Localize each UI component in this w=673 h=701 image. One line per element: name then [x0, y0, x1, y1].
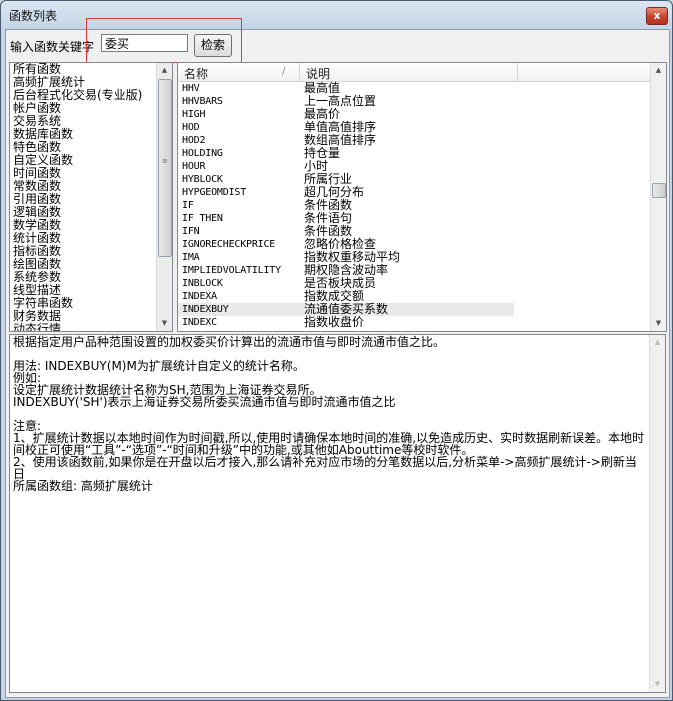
grip-icon: ≡ [162, 157, 168, 165]
category-items: 所有函数 高频扩展统计 后台程式化交易(专业版) 帐户函数 交易系统 数据库函数 特色函数自… [10, 63, 172, 332]
function-name: HHV [182, 83, 200, 94]
description-line: 所属函数组: 高频扩展统计 [13, 479, 153, 493]
header-divider[interactable] [299, 63, 300, 81]
search-label: 输入函数关键字 [10, 40, 95, 54]
table-row[interactable]: INDEXC 指数收盘价 [178, 316, 650, 329]
table-row[interactable]: HOD 单值高值排序 [178, 121, 650, 134]
table-row[interactable]: IFN 条件函数 [178, 225, 650, 238]
highlight-box [86, 18, 242, 63]
table-row[interactable]: HOUR 小时 [178, 160, 650, 173]
function-name: INBLOCK [182, 278, 223, 289]
function-name: HOUR [182, 161, 206, 172]
function-name: INDEXBUY [182, 304, 229, 315]
close-button[interactable]: x [646, 7, 668, 25]
table-row[interactable]: IF THEN 条件语句 [178, 212, 650, 225]
description-line: INDEXBUY('SH')表示上海证券交易所委买流通市值与即时流通市值之比 [13, 395, 396, 409]
function-name: HIGH [182, 109, 206, 120]
function-name: HYPGEOMDIST [182, 187, 247, 198]
scroll-down-icon[interactable]: ▼ [157, 316, 172, 331]
scroll-up-icon[interactable]: ▲ [651, 63, 666, 78]
table-row[interactable]: HYPGEOMDIST 超几何分布 [178, 186, 650, 199]
header-desc[interactable]: 说明 [306, 65, 330, 82]
table-row[interactable]: IMA 指数权重移动平均 [178, 251, 650, 264]
table-header: 名称 / 说明 [178, 63, 650, 82]
function-name: IMPLIEDVOLATILITY [182, 265, 281, 276]
scroll-down-icon[interactable]: ▼ [651, 316, 666, 331]
table-rows: HHV 最高值 HHVBARS 上一高点位置 HIGH 最高价 HOD 单值高值排序 HOD2 数… [178, 82, 650, 329]
function-name: HOD [182, 122, 200, 133]
function-name: IMA [182, 252, 200, 263]
category-scrollbar[interactable]: ▲ ≡ ▼ [156, 63, 172, 331]
description-text: 根据指定用户品种范围设置的加权委买价计算出的流通市值与即时流通市值之比。 用法: … [13, 336, 645, 492]
function-name: HOD2 [182, 135, 206, 146]
table-row[interactable]: INBLOCK 是否板块成员 [178, 277, 650, 290]
table-row[interactable]: INDEXA 指数成交额 [178, 290, 650, 303]
scroll-thumb[interactable]: ≡ [158, 79, 172, 257]
function-name: INDEXC [182, 317, 217, 328]
header-divider[interactable] [517, 63, 518, 81]
function-name: INDEXA [182, 291, 217, 302]
description-panel[interactable]: 根据指定用户品种范围设置的加权委买价计算出的流通市值与即时流通市值之比。 用法: … [9, 334, 666, 693]
category-item[interactable]: 动态行情 [10, 323, 172, 332]
table-row[interactable]: HYBLOCK 所属行业 [178, 173, 650, 186]
function-name: HYBLOCK [182, 174, 223, 185]
dialog-body: 输入函数关键字 检索 所有函数高频扩展统计后台程式化交易(专业版)帐户函数交易系… [5, 18, 670, 698]
category-list[interactable]: 所有函数 高频扩展统计 后台程式化交易(专业版) 帐户函数 交易系统 数据库函数 特色函数自… [9, 62, 173, 332]
function-name: HHVBARS [182, 96, 223, 107]
description-line: 2、使用该函数前,如果你是在开盘以后才接入,那么请补充对应市场的分笔数据以后,分… [13, 455, 637, 481]
sort-icon: / [282, 66, 286, 77]
header-name[interactable]: 名称 [184, 65, 208, 82]
close-icon: x [653, 9, 661, 22]
function-name: IGNORECHECKPRICE [182, 239, 276, 250]
scroll-thumb[interactable] [652, 183, 666, 198]
table-row[interactable]: HHV 最高值 [178, 82, 650, 95]
function-table[interactable]: 名称 / 说明 HHV 最高值 HHVBARS 上一高点位置 HIGH 最高价 HOD 单值高… [177, 62, 667, 332]
scroll-up-icon[interactable]: ▲ [157, 63, 172, 78]
description-line [13, 408, 645, 420]
table-row[interactable]: IF 条件函数 [178, 199, 650, 212]
table-row[interactable]: IGNORECHECKPRICE 忽略价格检查 [178, 238, 650, 251]
table-row[interactable]: HHVBARS 上一高点位置 [178, 95, 650, 108]
function-name: IFN [182, 226, 200, 237]
table-row[interactable]: HOD2 数组高值排序 [178, 134, 650, 147]
description-line: 用法: INDEXBUY(M)M为扩展统计自定义的统计名称。 [13, 359, 305, 373]
function-name: HOLDING [182, 148, 223, 159]
function-name: IF [182, 200, 194, 211]
function-desc: 指数收盘价 [304, 315, 365, 329]
window-title: 函数列表 [9, 9, 58, 23]
function-list-window: 函数列表 x 输入函数关键字 检索 所有函数高频扩展统计后台程式化交易(专业版)… [0, 0, 673, 701]
table-row[interactable]: IMPLIEDVOLATILITY 期权隐含波动率 [178, 264, 650, 277]
function-name: IF THEN [182, 213, 223, 224]
description-scrollbar[interactable]: ▲ ▼ [649, 335, 665, 692]
table-scrollbar[interactable]: ▲ ▼ [650, 63, 666, 331]
scroll-down-icon[interactable]: ▼ [650, 677, 665, 692]
table-row[interactable]: HIGH 最高价 [178, 108, 650, 121]
scroll-up-icon[interactable]: ▲ [650, 335, 665, 350]
description-line: 根据指定用户品种范围设置的加权委买价计算出的流通市值与即时流通市值之比。 [13, 335, 446, 349]
table-row[interactable]: HOLDING 持仓量 [178, 147, 650, 160]
description-line: 1、扩展统计数据以本地时间作为时间戳,所以,使用时请确保本地时间的准确,以免造成… [13, 431, 645, 457]
